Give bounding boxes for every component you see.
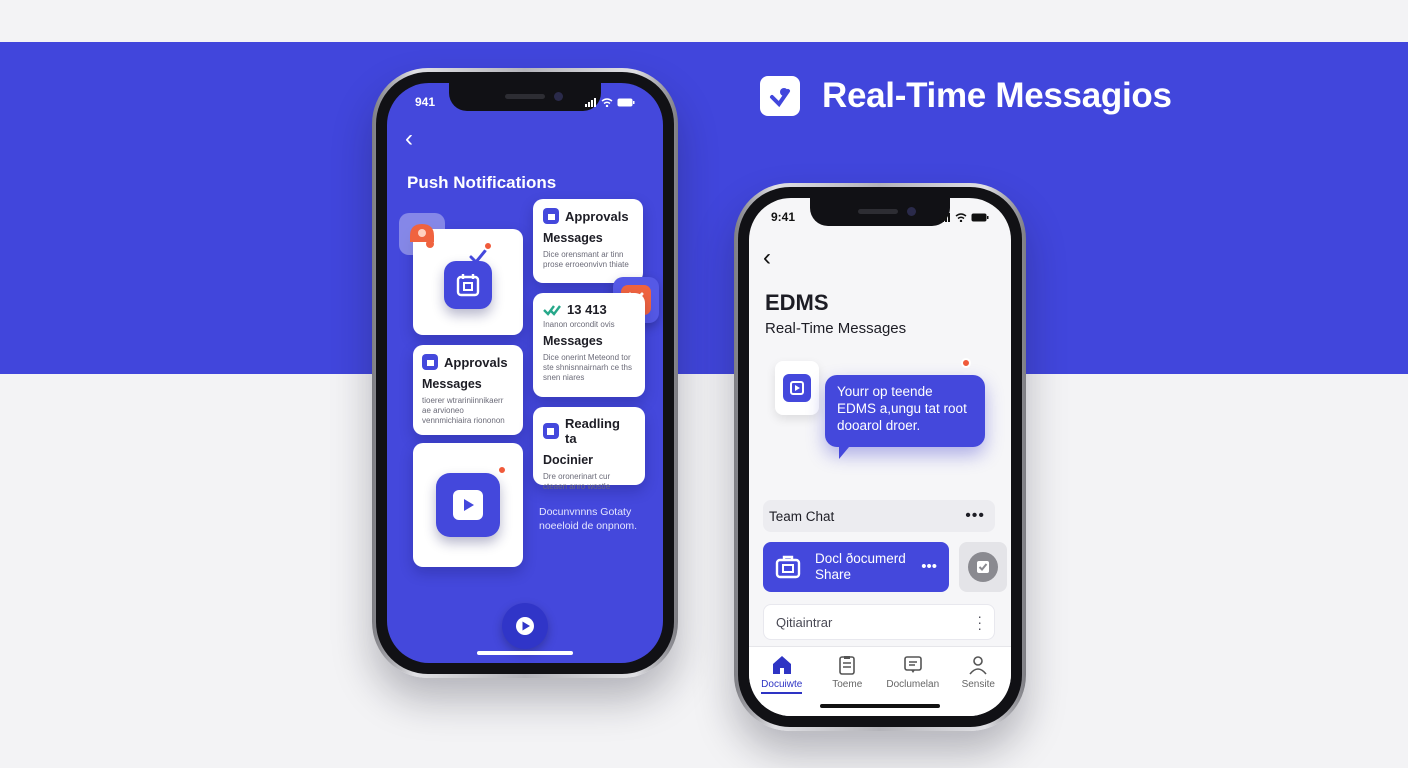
document-icon bbox=[839, 656, 856, 675]
app-subtitle: Real-Time Messages bbox=[765, 320, 907, 337]
app-title: EDMS bbox=[765, 290, 829, 315]
kebab-menu-icon[interactable]: · · · bbox=[977, 609, 982, 635]
status-bar: 9:41 bbox=[749, 210, 1011, 224]
card-title: Approvals bbox=[444, 354, 508, 370]
reading-icon bbox=[543, 423, 559, 439]
message-bubble[interactable]: Yourr op teende EDMS a,ungu tat root doo… bbox=[825, 375, 985, 459]
hero-title: Real-Time Messagios bbox=[822, 76, 1172, 115]
team-chat-row[interactable]: Team Chat ••• bbox=[763, 500, 995, 532]
double-check-icon bbox=[543, 304, 561, 316]
card-title: Readling ta bbox=[564, 416, 620, 446]
notification-dot bbox=[497, 465, 507, 475]
share-line: Share bbox=[815, 567, 852, 582]
wifi-icon bbox=[601, 97, 613, 107]
phone-edms-messages: 9:41 ‹ EDMS Real-Time Messages Yourr op … bbox=[734, 183, 1026, 731]
share-line: Docl ðocumerd bbox=[815, 551, 906, 566]
calendar-icon bbox=[444, 261, 492, 309]
phone-push-notifications: 941 ‹ Push Notifications Approvals Messa… bbox=[372, 68, 678, 678]
tab-label: Toeme bbox=[832, 679, 863, 690]
hero-band bbox=[0, 42, 1408, 374]
card-title: Approvals bbox=[565, 208, 629, 224]
tab-label: Doclumelan bbox=[886, 679, 940, 690]
checkmark-icon bbox=[469, 249, 487, 265]
card-note: Inanon orcondit ovis bbox=[543, 320, 615, 329]
approve-tile[interactable] bbox=[959, 542, 1007, 592]
hero-header: Real-Time Messagios bbox=[760, 76, 1172, 116]
approvals-icon bbox=[422, 354, 438, 370]
message-count-card[interactable]: 13 413 Inanon orcondit ovis Messages Dic… bbox=[533, 293, 645, 397]
tab-label: Docuiwte bbox=[761, 679, 803, 694]
brand-logo-icon bbox=[760, 76, 800, 116]
bubble-line: dooarol droer. bbox=[837, 418, 921, 433]
card-subtitle: Messages bbox=[422, 377, 482, 391]
team-chat-label: Team Chat bbox=[769, 508, 835, 524]
bubble-line: Yourr op teende bbox=[837, 384, 933, 399]
status-bar: 941 bbox=[387, 95, 663, 109]
play-icon bbox=[516, 617, 534, 635]
home-indicator bbox=[820, 704, 940, 708]
bubble-line: EDMS a,ungu tat root bbox=[837, 401, 967, 416]
more-options-icon[interactable]: ••• bbox=[921, 559, 937, 575]
home-icon bbox=[772, 656, 791, 674]
message-icon bbox=[903, 656, 922, 673]
reading-card[interactable]: Readling ta Docinier Dre oronerinart cur… bbox=[533, 407, 645, 491]
tab-label: Sensite bbox=[961, 679, 995, 690]
phone-screen: 941 ‹ Push Notifications Approvals Messa… bbox=[387, 83, 663, 663]
notification-dot bbox=[483, 241, 493, 251]
back-chevron-icon[interactable]: ‹ bbox=[405, 127, 413, 151]
status-time: 941 bbox=[415, 95, 436, 109]
card-body: tioerer wtrariniinnikaerr ae arvioneo ve… bbox=[422, 396, 505, 425]
tab-settings[interactable]: Sensite bbox=[948, 655, 1008, 716]
person-icon bbox=[969, 656, 987, 675]
card-subtitle: Messages bbox=[543, 334, 603, 348]
card-body: Dice orensmant ar tinn prose erroeonvivn… bbox=[543, 250, 629, 269]
signal-icon bbox=[939, 212, 950, 222]
search-text: Qitiaintrar bbox=[776, 614, 833, 630]
caption-line: Docunvnnns Gotaty bbox=[539, 506, 632, 518]
home-indicator bbox=[477, 651, 573, 655]
card-body: Dice onerint Meteond tor ste shnisnnairn… bbox=[543, 353, 632, 382]
documents-caption: Docunvnnns Gotaty noeeloid de onpnom. bbox=[539, 505, 637, 533]
play-button[interactable] bbox=[502, 603, 548, 649]
card-body: Dre oronerinart cur cteaen anro wostle bbox=[543, 472, 611, 491]
page-title: Push Notifications bbox=[407, 173, 557, 192]
approvals-icon bbox=[543, 208, 559, 224]
tab-documents[interactable]: Docuiwte bbox=[752, 655, 812, 716]
back-chevron-icon[interactable]: ‹ bbox=[763, 246, 771, 270]
card-subtitle: Docinier bbox=[543, 453, 594, 467]
status-time: 9:41 bbox=[771, 210, 796, 224]
notification-dot bbox=[961, 358, 971, 368]
phone-screen: 9:41 ‹ EDMS Real-Time Messages Yourr op … bbox=[749, 198, 1011, 716]
wifi-icon bbox=[955, 212, 967, 222]
signal-icon bbox=[585, 97, 596, 107]
video-tile[interactable] bbox=[413, 443, 523, 567]
battery-icon bbox=[617, 98, 635, 106]
checkmark-icon bbox=[968, 552, 998, 582]
message-count: 13 413 bbox=[567, 302, 607, 317]
search-row[interactable]: Qitiaintrar · · · bbox=[763, 604, 995, 640]
document-share-button[interactable]: Docl ðocumerd Share ••• bbox=[763, 542, 949, 592]
approvals-card[interactable]: Approvals Messages Dice orensmant ar tin… bbox=[533, 199, 643, 283]
battery-icon bbox=[971, 213, 989, 221]
caption-line: noeeloid de onpnom. bbox=[539, 520, 638, 532]
more-options-icon[interactable]: ••• bbox=[965, 507, 985, 525]
approvals-card[interactable]: Approvals Messages tioerer wtrariniinnik… bbox=[413, 345, 523, 435]
briefcase-icon bbox=[775, 555, 801, 579]
document-icon bbox=[775, 361, 819, 415]
alert-bell-icon bbox=[399, 213, 445, 255]
card-subtitle: Messages bbox=[543, 231, 603, 245]
play-icon bbox=[436, 473, 500, 537]
